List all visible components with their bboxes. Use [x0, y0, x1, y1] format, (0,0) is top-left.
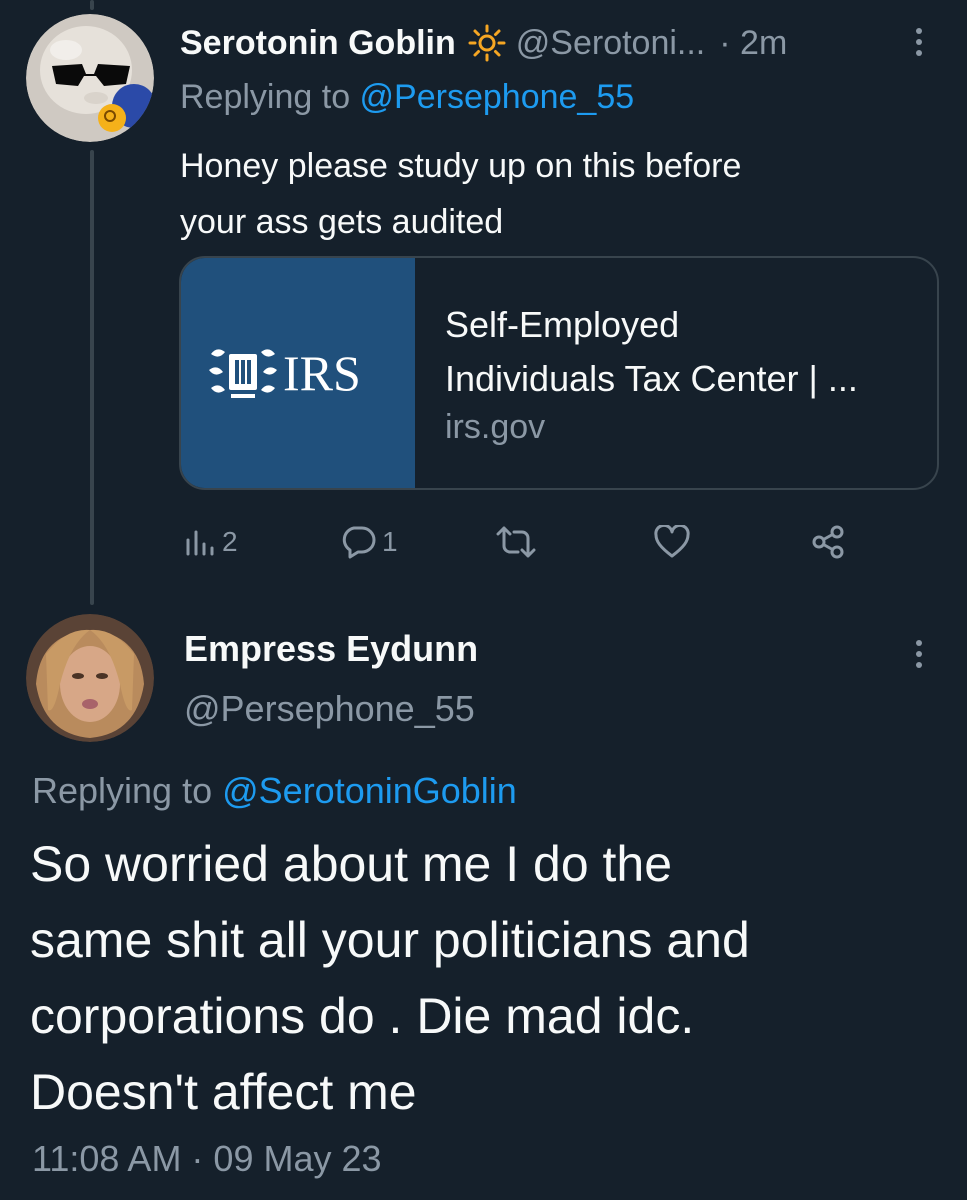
sun-icon [468, 24, 506, 62]
replying-to-label: Replying to [180, 78, 360, 116]
tweet-time[interactable]: · 2m [719, 24, 787, 63]
retweet-icon [496, 524, 536, 560]
bar-chart-icon [184, 526, 216, 558]
card-thumbnail: IRS [181, 258, 415, 488]
comment-icon [340, 524, 376, 560]
card-title: Self-Employed Individuals Tax Center | .… [445, 304, 858, 399]
link-card[interactable]: IRS Self-Employed Individuals Tax Center… [179, 256, 939, 490]
handle[interactable]: @Persephone_55 [184, 688, 475, 730]
tweet-text: So worried about me I do the same shit a… [30, 836, 750, 1120]
avatar[interactable] [26, 614, 154, 742]
tweet-text: Honey please study up on this before you… [180, 147, 742, 241]
share-button[interactable] [810, 520, 846, 564]
display-name[interactable]: Serotonin Goblin [180, 24, 456, 63]
separator: · [719, 23, 731, 62]
views-button[interactable]: 2 [184, 520, 238, 564]
card-domain: irs.gov [445, 408, 546, 446]
reply-button[interactable]: 1 [340, 520, 398, 564]
share-icon [810, 524, 846, 560]
more-options-icon[interactable] [916, 28, 922, 56]
irs-logo-icon: IRS [209, 345, 361, 401]
views-count: 2 [222, 526, 238, 557]
replying-to: Replying to @Persephone_55 [180, 78, 634, 117]
more-options-icon[interactable] [916, 640, 922, 668]
timestamp[interactable]: 11:08 AM · 09 May 23 [32, 1138, 382, 1180]
mention-link[interactable]: @Persephone_55 [360, 78, 635, 116]
heart-icon [654, 525, 690, 559]
tweet-actions: 2 1 [184, 520, 864, 564]
avatar[interactable] [26, 14, 154, 142]
handle[interactable]: @Serotoni... [516, 24, 706, 63]
irs-logo-text: IRS [283, 345, 361, 401]
like-button[interactable] [654, 520, 690, 564]
retweet-button[interactable] [496, 520, 536, 564]
mention-link[interactable]: @SerotoninGoblin [222, 770, 517, 811]
tweet-header: Serotonin Goblin @Serotoni... · 2m [180, 18, 940, 68]
reply-count: 1 [382, 526, 398, 557]
replying-to: Replying to @SerotoninGoblin [32, 770, 517, 812]
relative-time: 2m [740, 23, 788, 62]
thread-connector [90, 150, 94, 605]
display-name[interactable]: Empress Eydunn [184, 628, 478, 670]
thread-connector-top [90, 0, 94, 10]
replying-to-label: Replying to [32, 770, 223, 811]
